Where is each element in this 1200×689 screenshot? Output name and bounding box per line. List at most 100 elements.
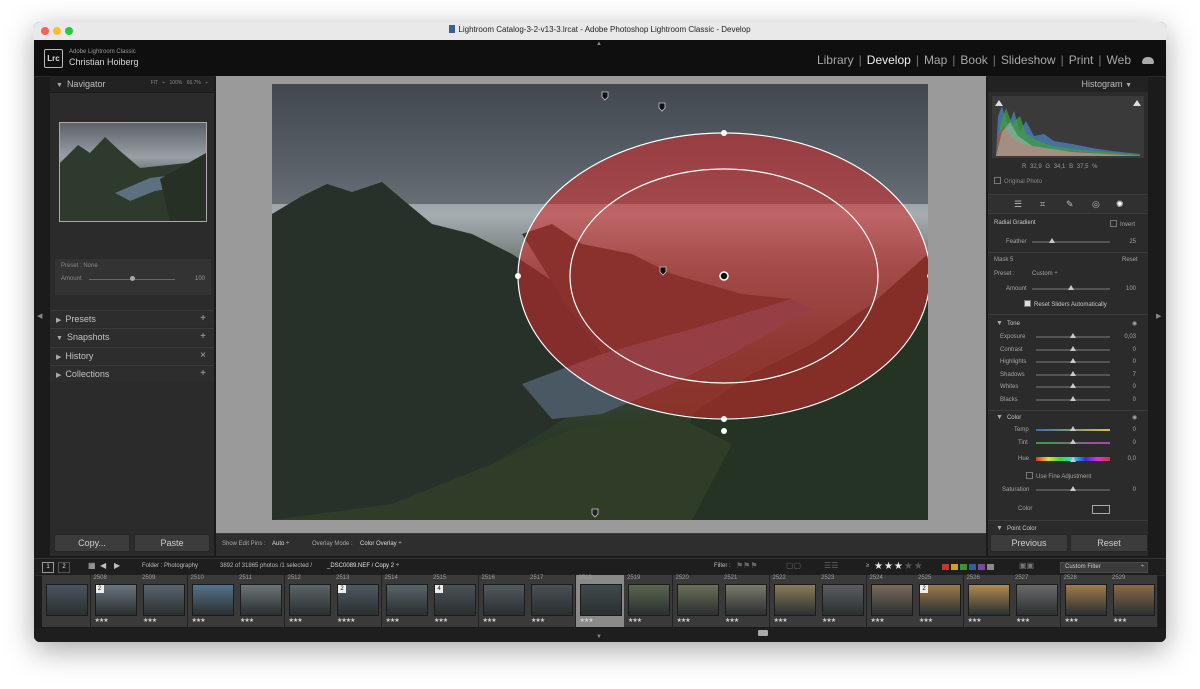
thumbnail-image[interactable] xyxy=(579,584,622,616)
reset-button[interactable]: Reset xyxy=(1070,534,1148,552)
eye-icon[interactable]: ◉ xyxy=(1132,320,1137,327)
color-label-filter[interactable] xyxy=(969,564,976,570)
module-library[interactable]: Library xyxy=(812,53,859,67)
rating-operator[interactable]: ≥ xyxy=(866,563,869,569)
shadow-clipping-icon[interactable] xyxy=(995,100,1003,106)
filmstrip[interactable]: 2508 ★★★ 2 2509 ★★★ 2510 ★★★ 2511 ★★★ 2512 ★★★ 2513… xyxy=(42,575,1158,627)
filmstrip-thumbnail[interactable]: 2509 ★★★ xyxy=(139,575,188,627)
filmstrip-thumbnail[interactable]: 2529 ★★★ xyxy=(1109,575,1158,627)
primary-window-button[interactable]: 1 xyxy=(42,562,54,573)
gradient-handle-top[interactable] xyxy=(721,130,727,136)
saturation-knob[interactable] xyxy=(1070,486,1076,491)
filmstrip-thumbnail[interactable]: 2526 ★★★ xyxy=(963,575,1013,627)
filmstrip-thumbnail[interactable]: 2515 ★★★ 4 xyxy=(430,575,479,627)
filmstrip-thumbnail[interactable]: 2511 ★★★ xyxy=(236,575,285,627)
thumbnail-image[interactable] xyxy=(482,584,525,616)
right-panel-toggle-icon[interactable]: ▶ xyxy=(1156,312,1161,320)
thumbnail-image[interactable] xyxy=(822,584,864,616)
checkbox-icon[interactable] xyxy=(994,177,1001,184)
tone-slider-knob[interactable] xyxy=(1070,358,1076,363)
secondary-window-button[interactable]: 2 xyxy=(58,562,70,573)
filmstrip-thumbnail[interactable]: 2510 ★★★ xyxy=(187,575,237,627)
preset-amount-slider[interactable] xyxy=(130,276,135,281)
gradient-rotate-handle[interactable] xyxy=(721,428,727,434)
previous-button[interactable]: Previous xyxy=(990,534,1068,552)
show-edit-pins-select[interactable]: Auto ÷ xyxy=(272,541,289,547)
custom-filter-select[interactable]: Custom Filter ÷ xyxy=(1060,562,1148,573)
panel-presets[interactable]: ▶ Presets + xyxy=(50,310,214,327)
point-color-section-header[interactable]: ▼ Point Color xyxy=(996,525,1037,532)
rating-filter[interactable]: ★★★★★ xyxy=(874,561,924,572)
filmstrip-thumbnail[interactable]: 2513 ★★★★ 2 xyxy=(333,575,382,627)
panel-collections[interactable]: ▶ Collections + xyxy=(50,365,214,382)
thumbnail-image[interactable] xyxy=(1016,584,1058,616)
thumbnail-image[interactable] xyxy=(143,584,185,616)
tone-slider-knob[interactable] xyxy=(1070,333,1076,338)
filmstrip-thumbnail[interactable]: 2516 ★★★ xyxy=(478,575,528,627)
healing-icon[interactable]: ✎ xyxy=(1066,199,1074,210)
thumbnail-image[interactable] xyxy=(240,584,282,616)
photo-preview[interactable] xyxy=(272,84,928,520)
masking-icon[interactable]: ✺ xyxy=(1116,199,1124,210)
left-panel-toggle-icon[interactable]: ◀ xyxy=(37,312,42,320)
tone-slider-knob[interactable] xyxy=(1070,383,1076,388)
grid-view-icon[interactable]: ▦ xyxy=(88,561,96,570)
color-label-filter[interactable] xyxy=(960,564,967,570)
thumbnail-image[interactable] xyxy=(191,584,234,616)
mask-reset-button[interactable]: Reset xyxy=(1122,257,1138,263)
filmstrip-thumbnail[interactable]: 2525 ★★★ 2 xyxy=(915,575,964,627)
thumbnail-image[interactable] xyxy=(967,584,1010,616)
tint-knob[interactable] xyxy=(1070,439,1076,444)
filmstrip-thumbnail[interactable]: 2519 ★★★ xyxy=(624,575,673,627)
filmstrip-thumbnail[interactable]: 2508 ★★★ 2 xyxy=(90,575,140,627)
navigator-header[interactable]: ▼ Navigator FIT ÷ 100% 66.7% ÷ xyxy=(50,76,214,93)
gradient-center-pin[interactable] xyxy=(719,271,729,281)
color-section-header[interactable]: ▼ Color xyxy=(996,414,1021,421)
mask-amount-slider[interactable] xyxy=(1068,285,1074,290)
panel-snapshots[interactable]: ▼ Snapshots + xyxy=(50,328,214,345)
thumbnail-image[interactable] xyxy=(676,584,719,616)
fine-adjustment-toggle[interactable]: Use Fine Adjustment xyxy=(1026,472,1091,480)
filmstrip-thumbnail[interactable] xyxy=(42,575,91,627)
back-arrow-icon[interactable]: ◀ xyxy=(100,561,106,570)
module-develop[interactable]: Develop xyxy=(862,53,916,67)
edit-filter-icon[interactable]: ▢▢ xyxy=(786,561,801,570)
module-book[interactable]: Book xyxy=(955,53,992,67)
color-swatch[interactable] xyxy=(1092,505,1110,514)
histogram-graph[interactable] xyxy=(992,96,1144,158)
filmstrip-scroll-thumb[interactable] xyxy=(758,630,768,636)
thumbnail-image[interactable] xyxy=(288,584,331,616)
thumbnail-image[interactable] xyxy=(385,584,428,616)
filmstrip-thumbnail[interactable]: 2527 ★★★ xyxy=(1012,575,1061,627)
thumbnail-image[interactable] xyxy=(870,584,913,616)
adjust-filter-icon[interactable]: ☰☰ xyxy=(824,561,838,570)
current-file[interactable]: _DSC0089.NEF / Copy 2 ÷ xyxy=(327,563,399,569)
tone-slider-knob[interactable] xyxy=(1070,370,1076,376)
add-collection-icon[interactable]: + xyxy=(200,368,206,379)
hue-knob[interactable] xyxy=(1070,457,1076,462)
color-label-filter[interactable] xyxy=(942,564,949,570)
module-web[interactable]: Web xyxy=(1102,53,1136,67)
feather-track[interactable] xyxy=(1032,241,1110,243)
filmstrip-thumbnail[interactable]: 2528 ★★★ xyxy=(1060,575,1110,627)
flag-filter-icon[interactable]: ⚑⚑⚑ xyxy=(736,561,758,570)
folder-source[interactable]: Folder : Photography xyxy=(142,563,198,569)
tone-section-header[interactable]: ▼ Tone xyxy=(996,320,1020,327)
filmstrip-thumbnail[interactable]: 2514 ★★★ xyxy=(381,575,431,627)
red-eye-icon[interactable]: ◎ xyxy=(1092,199,1100,210)
filmstrip-thumbnail[interactable]: 2512 ★★★ xyxy=(284,575,334,627)
module-slideshow[interactable]: Slideshow xyxy=(996,53,1061,67)
crop-icon[interactable]: ⌗ xyxy=(1040,199,1045,210)
mask-preset-select[interactable]: Custom ÷ xyxy=(1032,271,1058,277)
color-label-filter[interactable] xyxy=(978,564,985,570)
gradient-handle-left[interactable] xyxy=(515,273,521,279)
filmstrip-thumbnail[interactable]: 2521 ★★★ xyxy=(721,575,770,627)
invert-toggle[interactable]: Invert xyxy=(1110,220,1135,228)
copy-button[interactable]: Copy... xyxy=(54,534,130,552)
thumbnail-image[interactable] xyxy=(1064,584,1107,616)
filmstrip-thumbnail[interactable]: 2523 ★★★ xyxy=(818,575,867,627)
color-label-filter[interactable] xyxy=(987,564,994,570)
panel-history[interactable]: ▶ History × xyxy=(50,347,214,364)
highlight-clipping-icon[interactable] xyxy=(1133,100,1141,106)
clear-history-icon[interactable]: × xyxy=(200,350,206,361)
